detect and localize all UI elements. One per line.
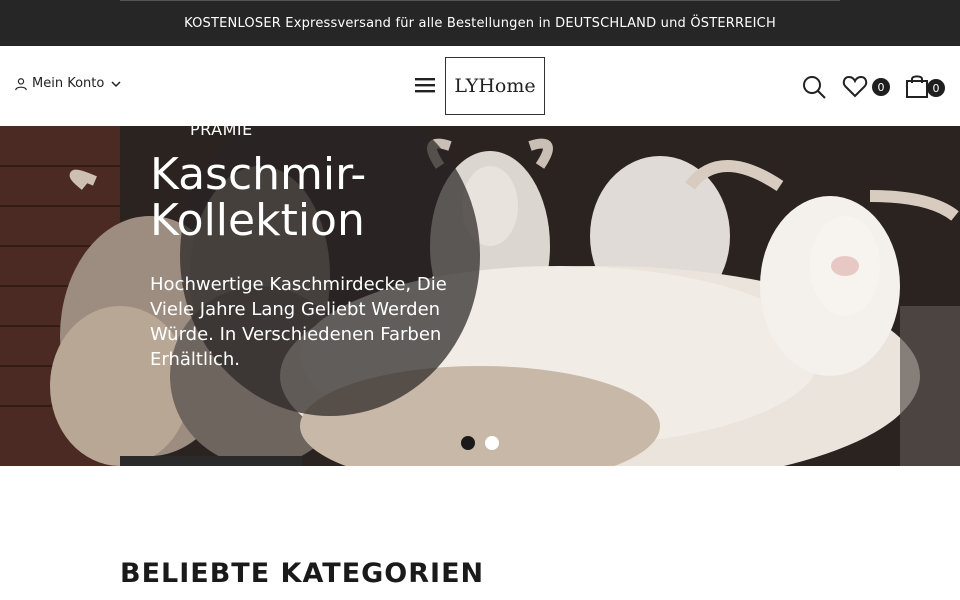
categories-heading: BELIEBTE KATEGORIEN <box>120 558 485 589</box>
heart-icon[interactable] <box>842 74 868 98</box>
chevron-down-icon <box>111 80 121 87</box>
account-menu[interactable]: Mein Konto <box>14 76 122 91</box>
menu-icon[interactable] <box>414 76 436 94</box>
site-header: Mein Konto LYHome 0 0 <box>0 46 960 126</box>
search-icon[interactable] <box>801 74 827 100</box>
announcement-bar: KOSTENLOSER Expressversand für alle Best… <box>0 0 960 46</box>
hero-slider: PRÄMIE Kaschmir-Kollektion Hochwertige K… <box>0 126 960 466</box>
slider-dot-1[interactable] <box>461 436 475 450</box>
hero-image-cashmere-goats <box>0 126 960 466</box>
site-logo[interactable]: LYHome <box>445 57 545 115</box>
cart-count-badge: 0 <box>927 79 945 97</box>
account-label: Mein Konto <box>32 76 105 91</box>
announcement-text: KOSTENLOSER Expressversand für alle Best… <box>184 15 776 31</box>
hero-description: Hochwertige Kaschmirdecke, Die Viele Jah… <box>150 274 447 370</box>
hero-title: Kaschmir-Kollektion <box>150 149 367 246</box>
logo-text: LYHome <box>454 75 536 97</box>
hero-cta-button[interactable] <box>120 456 302 466</box>
wishlist-count-badge: 0 <box>872 78 890 96</box>
slider-dot-2[interactable] <box>485 436 499 450</box>
user-icon <box>15 77 27 90</box>
shopping-bag-icon[interactable] <box>905 73 929 99</box>
hero-kicker: PRÄMIE <box>190 126 253 139</box>
announcement-divider <box>120 0 840 1</box>
